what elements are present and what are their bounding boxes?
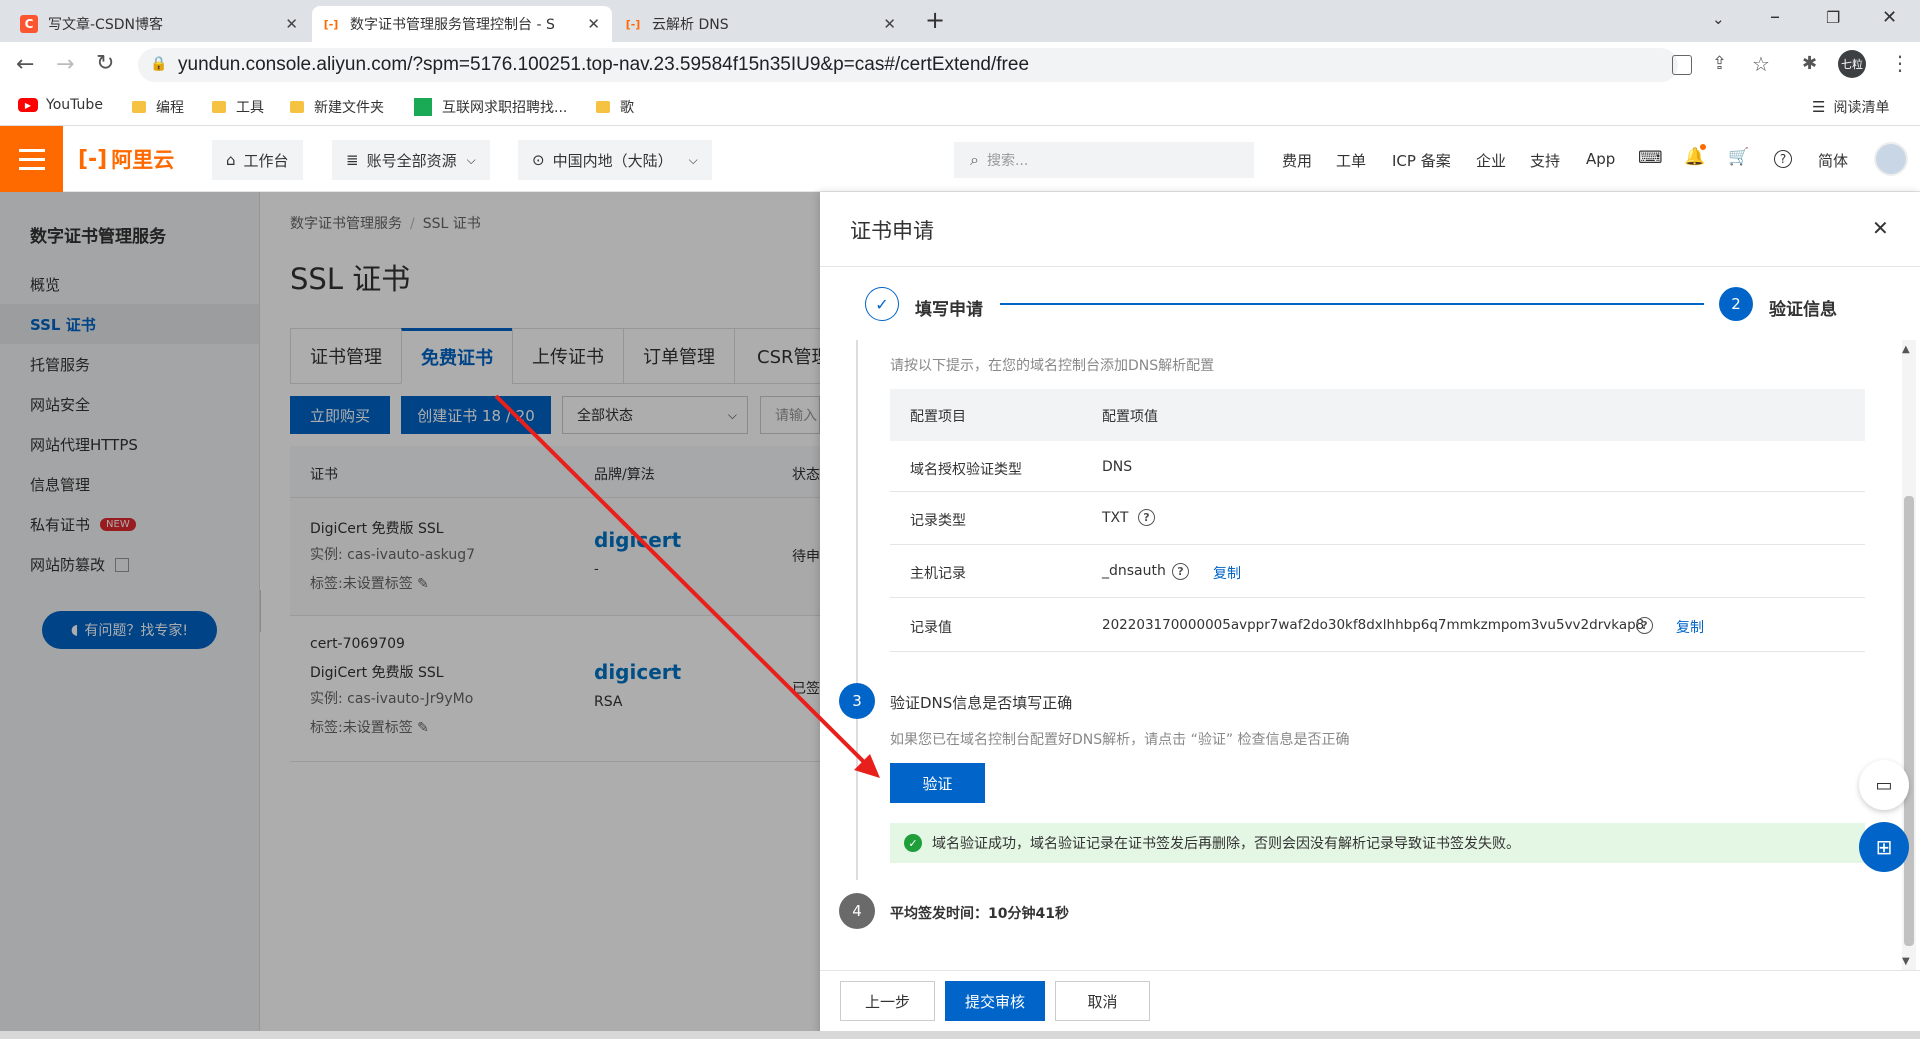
bottom-strip [0, 1031, 1920, 1039]
annotation-arrow [494, 394, 880, 778]
